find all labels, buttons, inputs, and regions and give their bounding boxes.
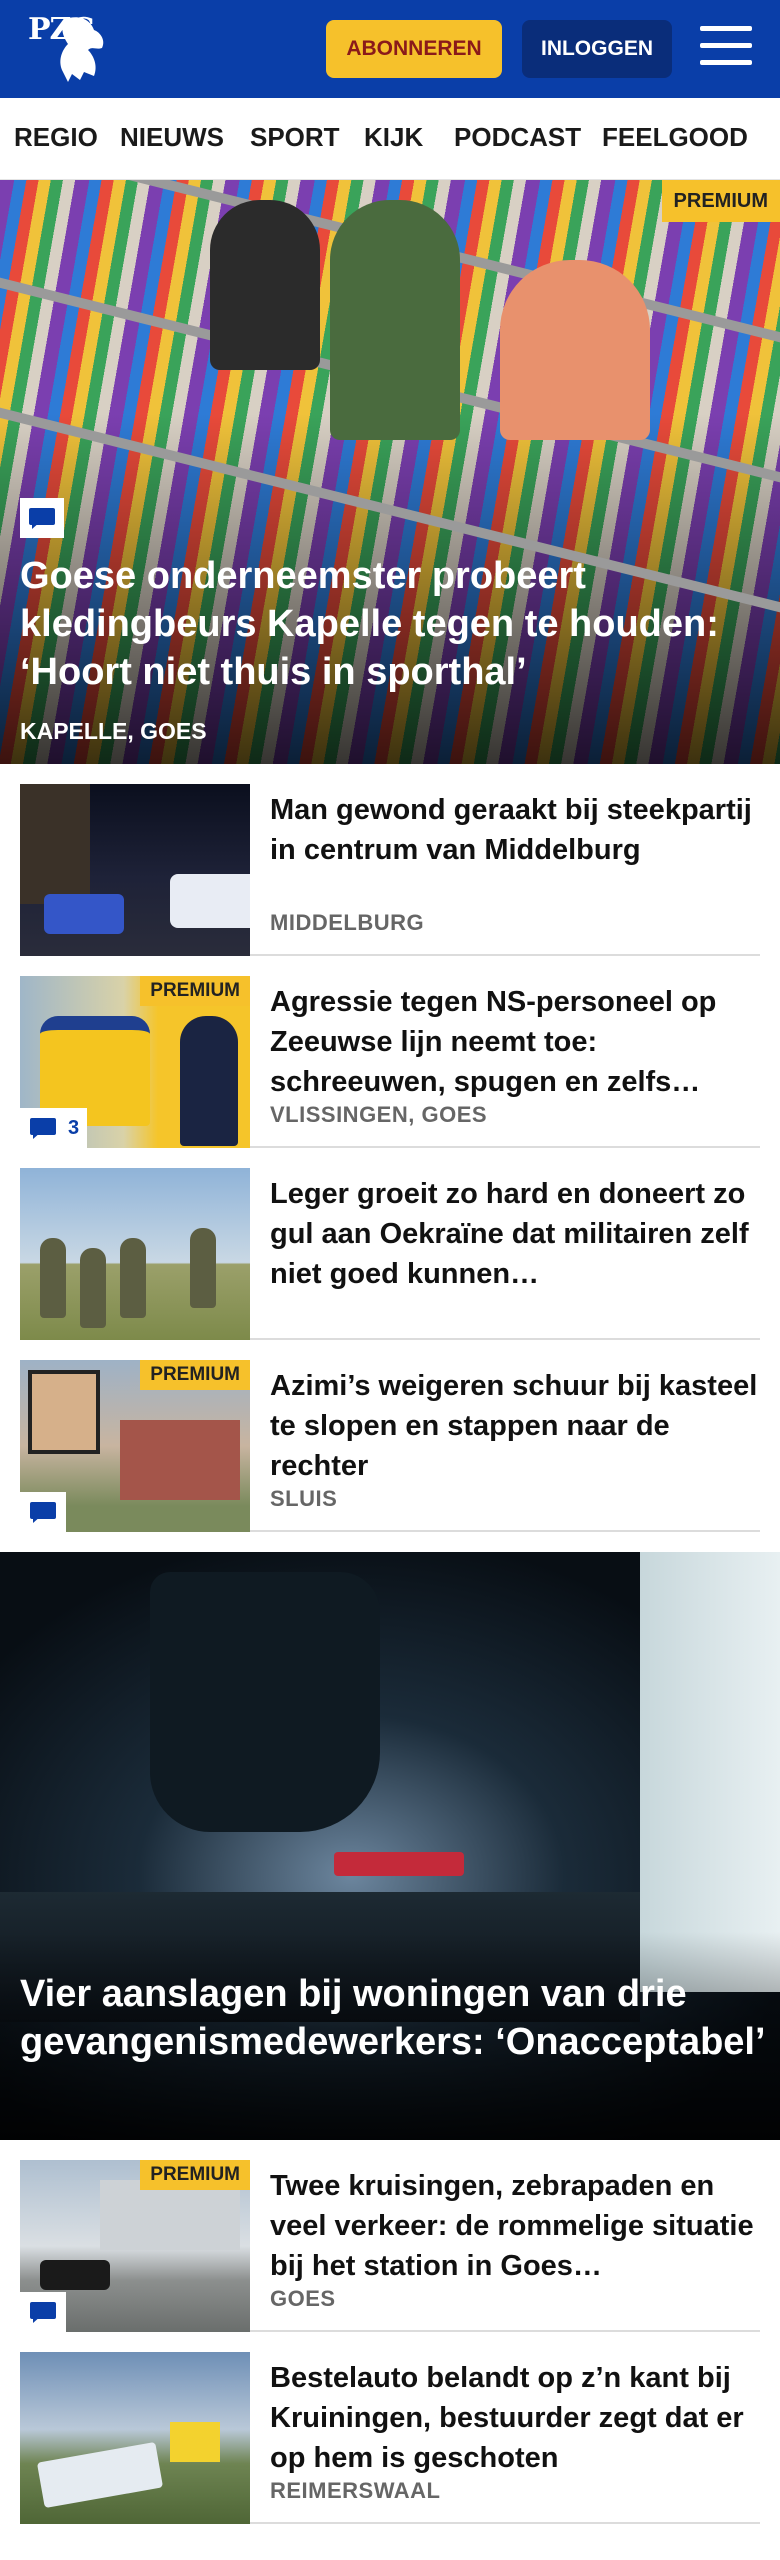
article-location: MIDDELBURG [270, 910, 425, 935]
comment-indicator [20, 2292, 66, 2332]
comment-count: 3 [66, 1108, 88, 1148]
article-thumbnail: PREMIUM [20, 2160, 250, 2332]
article-location: SLUIS [270, 1486, 338, 1511]
comment-icon [29, 508, 55, 529]
article-title[interactable]: Agressie tegen NS-personeel op Zeeuwse l… [270, 982, 760, 1102]
feature-title[interactable]: Vier aanslagen bij woningen van drie gev… [20, 1970, 770, 2066]
nav-item-sport[interactable]: SPORT [250, 122, 340, 153]
article-title[interactable]: Leger groeit zo hard en doneert zo gul a… [270, 1174, 760, 1294]
nav-item-kijk[interactable]: KIJK [364, 122, 423, 153]
nav-item-podcast[interactable]: PODCAST [454, 122, 581, 153]
premium-badge: PREMIUM [140, 1360, 250, 1390]
article-location: GOES [270, 2286, 336, 2311]
login-button[interactable]: INLOGGEN [522, 20, 672, 78]
list-item[interactable]: Man gewond geraakt bij steekpartij in ce… [20, 764, 760, 956]
comment-icon [30, 1118, 56, 1139]
article-thumbnail: PREMIUM 3 [20, 976, 250, 1148]
nav-item-feelgood[interactable]: FEELGOOD [602, 122, 748, 153]
article-location: REIMERSWAAL [270, 2478, 441, 2503]
article-thumbnail [20, 784, 250, 956]
lion-icon [60, 17, 104, 83]
list-item[interactable]: PREMIUM 3 Agressie tegen NS-personeel op… [20, 956, 760, 1148]
feature-article[interactable]: Vier aanslagen bij woningen van drie gev… [0, 1552, 780, 2140]
article-thumbnail [20, 1168, 250, 1340]
article-thumbnail: PREMIUM [20, 1360, 250, 1532]
list-item[interactable]: PREMIUM Twee kruisingen, zebrapaden en v… [20, 2140, 760, 2332]
list-item[interactable]: PREMIUM Azimi’s weigeren schuur bij kast… [20, 1340, 760, 1532]
article-thumbnail [20, 2352, 250, 2524]
list-item[interactable]: Bestelauto belandt op z’n kant bij Kruin… [20, 2332, 760, 2524]
premium-badge: PREMIUM [140, 2160, 250, 2190]
hero-location: KAPELLE, GOES [20, 718, 207, 744]
article-title[interactable]: Man gewond geraakt bij steekpartij in ce… [270, 790, 760, 870]
article-title[interactable]: Azimi’s weigeren schuur bij kasteel te s… [270, 1366, 760, 1486]
menu-icon[interactable] [700, 26, 752, 70]
subscribe-button[interactable]: ABONNEREN [326, 20, 502, 78]
article-location: VLISSINGEN, GOES [270, 1102, 488, 1127]
list-item[interactable]: Leger groeit zo hard en doneert zo gul a… [20, 1148, 760, 1340]
premium-badge: PREMIUM [661, 180, 780, 222]
comment-indicator [20, 1492, 66, 1532]
comment-indicator [20, 1108, 66, 1148]
premium-badge: PREMIUM [140, 976, 250, 1006]
comment-icon [30, 1502, 56, 1523]
comment-indicator [20, 498, 64, 538]
nav-item-nieuws[interactable]: NIEUWS [120, 122, 224, 153]
article-title[interactable]: Twee kruisingen, zebrapaden en veel verk… [270, 2166, 760, 2286]
nav-item-regio[interactable]: REGIO [14, 122, 98, 153]
pzc-logo[interactable]: PZC [24, 10, 116, 88]
section-nav: REGIO NIEUWS SPORT KIJK PODCAST FEELGOOD [0, 98, 780, 180]
comment-icon [30, 2302, 56, 2323]
hero-article[interactable]: PREMIUM Goese onderneemster probeert kle… [0, 180, 780, 764]
hero-title[interactable]: Goese onderneemster probeert kledingbeur… [20, 552, 770, 696]
top-bar: PZC ABONNEREN INLOGGEN [0, 0, 780, 98]
article-title[interactable]: Bestelauto belandt op z’n kant bij Kruin… [270, 2358, 760, 2478]
